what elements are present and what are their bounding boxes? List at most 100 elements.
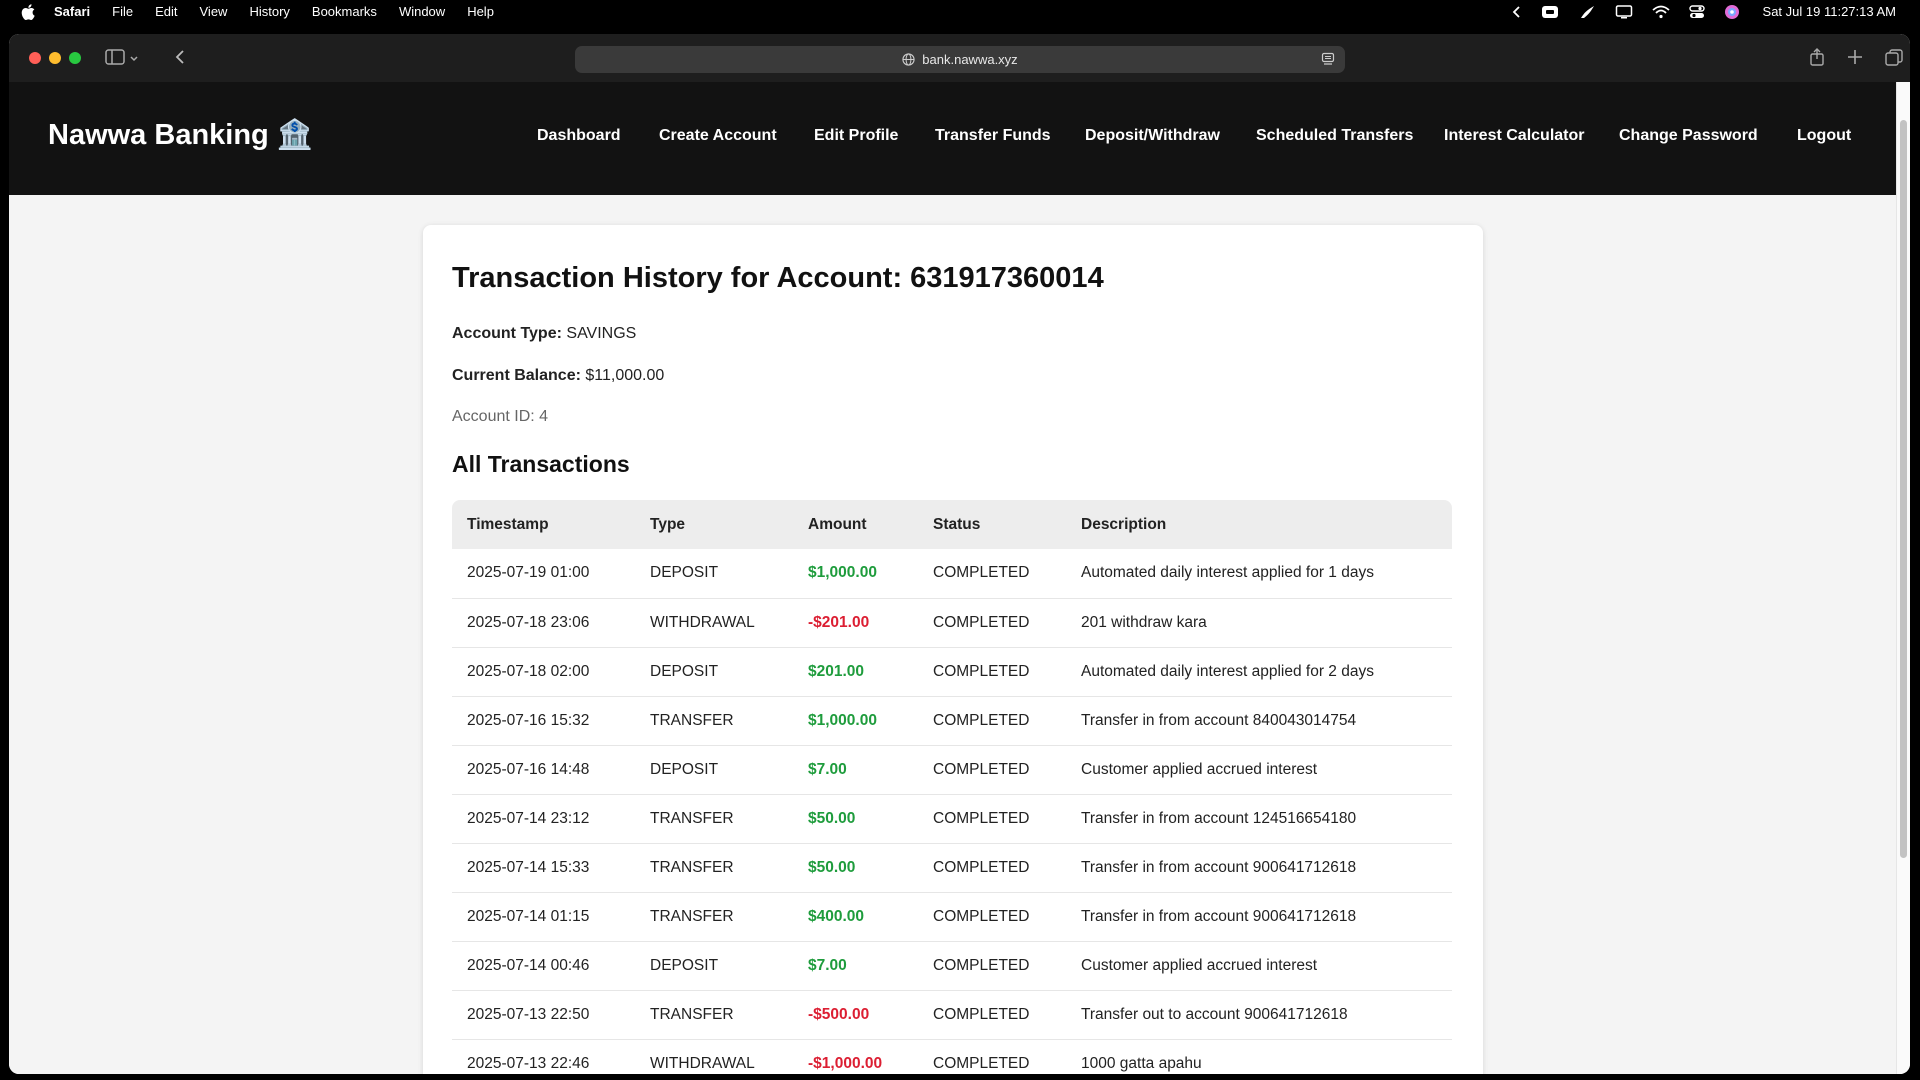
cell-status: COMPLETED bbox=[933, 711, 1030, 729]
table-row: 2025-07-16 14:48 DEPOSIT $7.00 COMPLETED… bbox=[452, 745, 1452, 794]
siri-icon[interactable] bbox=[1724, 4, 1740, 20]
table-row: 2025-07-19 01:00 DEPOSIT $1,000.00 COMPL… bbox=[452, 549, 1452, 598]
cell-type: WITHDRAWAL bbox=[650, 613, 755, 631]
nav-interest-calculator[interactable]: Interest Calculator bbox=[1444, 127, 1584, 145]
cell-description: Transfer in from account 900641712618 bbox=[1081, 858, 1357, 876]
cell-amount: -$500.00 bbox=[808, 1005, 870, 1023]
balance-value: $11,000.00 bbox=[585, 367, 665, 384]
cell-type: TRANSFER bbox=[650, 858, 734, 876]
site-header: Nawwa Banking 🏦 Dashboard Create Account… bbox=[9, 82, 1897, 195]
menu-app-name[interactable]: Safari bbox=[54, 4, 90, 19]
nav-change-password[interactable]: Change Password bbox=[1619, 127, 1758, 145]
cell-description: Automated daily interest applied for 2 d… bbox=[1081, 662, 1374, 680]
menubar-clock[interactable]: Sat Jul 19 11:27:13 AM bbox=[1763, 4, 1896, 19]
header-timestamp: Timestamp bbox=[467, 515, 549, 533]
balance-label: Current Balance: bbox=[452, 367, 581, 384]
cell-timestamp: 2025-07-18 23:06 bbox=[467, 613, 590, 631]
cell-type: DEPOSIT bbox=[650, 564, 719, 582]
zoom-window-button[interactable] bbox=[69, 52, 81, 64]
cell-description: 1000 gatta apahu bbox=[1081, 1054, 1202, 1072]
cell-amount: $7.00 bbox=[808, 956, 847, 974]
minimize-window-button[interactable] bbox=[49, 52, 61, 64]
cell-status: COMPLETED bbox=[933, 858, 1030, 876]
account-type-line: Account Type: SAVINGS bbox=[452, 325, 636, 343]
cell-description: Transfer in from account 840043014754 bbox=[1081, 711, 1357, 729]
menu-edit[interactable]: Edit bbox=[155, 4, 177, 19]
cell-type: TRANSFER bbox=[650, 1005, 734, 1023]
table-row: 2025-07-18 02:00 DEPOSIT $201.00 COMPLET… bbox=[452, 647, 1452, 696]
cell-amount: $7.00 bbox=[808, 760, 847, 778]
nav-transfer-funds[interactable]: Transfer Funds bbox=[935, 127, 1051, 145]
cell-amount: $50.00 bbox=[808, 858, 856, 876]
cell-type: TRANSFER bbox=[650, 809, 734, 827]
wifi-icon[interactable] bbox=[1651, 5, 1670, 19]
nav-create-account[interactable]: Create Account bbox=[659, 127, 777, 145]
page-scrollbar[interactable] bbox=[1896, 82, 1910, 1074]
cell-status: COMPLETED bbox=[933, 809, 1030, 827]
cell-timestamp: 2025-07-16 15:32 bbox=[467, 711, 590, 729]
chevron-left-icon[interactable] bbox=[1512, 5, 1522, 19]
table-row: 2025-07-13 22:46 WITHDRAWAL -$1,000.00 C… bbox=[452, 1039, 1452, 1074]
scrollbar-thumb[interactable] bbox=[1900, 120, 1907, 858]
nav-dashboard[interactable]: Dashboard bbox=[537, 127, 621, 145]
address-bar[interactable]: bank.nawwa.xyz bbox=[575, 46, 1345, 73]
apple-icon[interactable] bbox=[20, 3, 36, 20]
cell-type: DEPOSIT bbox=[650, 956, 719, 974]
cell-status: COMPLETED bbox=[933, 1005, 1030, 1023]
close-window-button[interactable] bbox=[29, 52, 41, 64]
cell-status: COMPLETED bbox=[933, 956, 1030, 974]
table-row: 2025-07-13 22:50 TRANSFER -$500.00 COMPL… bbox=[452, 990, 1452, 1039]
cell-status: COMPLETED bbox=[933, 760, 1030, 778]
cell-amount: $201.00 bbox=[808, 662, 865, 680]
table-row: 2025-07-14 00:46 DEPOSIT $7.00 COMPLETED… bbox=[452, 941, 1452, 990]
menu-bookmarks[interactable]: Bookmarks bbox=[312, 4, 377, 19]
bolt-icon[interactable] bbox=[1578, 4, 1596, 20]
account-type-label: Account Type: bbox=[452, 325, 562, 342]
globe-icon bbox=[902, 53, 915, 66]
nav-scheduled-transfers[interactable]: Scheduled Transfers bbox=[1256, 127, 1413, 145]
new-tab-icon[interactable] bbox=[1847, 49, 1863, 70]
nav-logout[interactable]: Logout bbox=[1797, 127, 1851, 145]
account-id: Account ID: 4 bbox=[452, 408, 549, 425]
cell-timestamp: 2025-07-14 01:15 bbox=[467, 907, 590, 925]
share-icon[interactable] bbox=[1809, 47, 1825, 72]
nav-edit-profile[interactable]: Edit Profile bbox=[814, 127, 898, 145]
menu-history[interactable]: History bbox=[249, 4, 289, 19]
menu-view[interactable]: View bbox=[200, 4, 228, 19]
cell-status: COMPLETED bbox=[933, 907, 1030, 925]
back-icon[interactable] bbox=[174, 49, 186, 70]
chevron-down-icon[interactable] bbox=[129, 51, 139, 69]
macos-menubar: Safari File Edit View History Bookmarks … bbox=[0, 0, 1920, 23]
nav-deposit-withdraw[interactable]: Deposit/Withdraw bbox=[1085, 127, 1220, 145]
cell-description: 201 withdraw kara bbox=[1081, 613, 1207, 631]
cell-description: Customer applied accrued interest bbox=[1081, 956, 1318, 974]
display-icon[interactable] bbox=[1615, 4, 1633, 20]
storage-icon[interactable] bbox=[1541, 4, 1559, 20]
menu-help[interactable]: Help bbox=[467, 4, 494, 19]
cell-amount: -$201.00 bbox=[808, 613, 870, 631]
cell-amount: $400.00 bbox=[808, 907, 865, 925]
menu-file[interactable]: File bbox=[112, 4, 133, 19]
sidebar-toggle-icon[interactable] bbox=[105, 48, 125, 71]
table-row: 2025-07-16 15:32 TRANSFER $1,000.00 COMP… bbox=[452, 696, 1452, 745]
cell-description: Transfer out to account 900641712618 bbox=[1081, 1005, 1348, 1023]
cell-description: Transfer in from account 900641712618 bbox=[1081, 907, 1357, 925]
cell-timestamp: 2025-07-16 14:48 bbox=[467, 760, 590, 778]
site-nav: Dashboard Create Account Edit Profile Tr… bbox=[9, 82, 1897, 195]
cell-type: TRANSFER bbox=[650, 907, 734, 925]
menu-window[interactable]: Window bbox=[399, 4, 445, 19]
reader-mode-icon[interactable] bbox=[1321, 52, 1335, 69]
cell-timestamp: 2025-07-13 22:50 bbox=[467, 1005, 590, 1023]
table-row: 2025-07-14 23:12 TRANSFER $50.00 COMPLET… bbox=[452, 794, 1452, 843]
cell-amount: $50.00 bbox=[808, 809, 856, 827]
cell-description: Transfer in from account 124516654180 bbox=[1081, 809, 1357, 827]
page-title: Transaction History for Account: 6319173… bbox=[452, 262, 1104, 294]
cell-type: DEPOSIT bbox=[650, 760, 719, 778]
tab-overview-icon[interactable] bbox=[1885, 49, 1903, 71]
browser-window: bank.nawwa.xyz Nawwa Banking 🏦 Dashboard… bbox=[9, 34, 1910, 1074]
cell-description: Customer applied accrued interest bbox=[1081, 760, 1318, 778]
control-center-icon[interactable] bbox=[1688, 4, 1705, 20]
cell-status: COMPLETED bbox=[933, 564, 1030, 582]
table-row: 2025-07-14 01:15 TRANSFER $400.00 COMPLE… bbox=[452, 892, 1452, 941]
transactions-card: Transaction History for Account: 6319173… bbox=[423, 225, 1483, 1074]
